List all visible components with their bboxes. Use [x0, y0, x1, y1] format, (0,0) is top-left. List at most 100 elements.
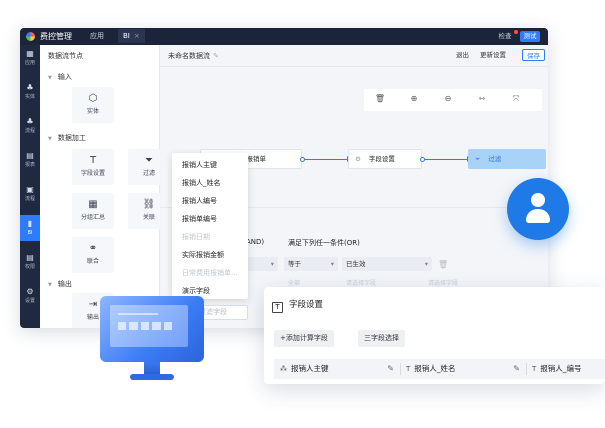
section-label: 输入 [57, 73, 72, 81]
dropdown-option[interactable]: 实际报销金额 [182, 250, 224, 260]
section-label: 输出 [57, 280, 72, 288]
card-label: 联合 [86, 258, 99, 265]
layout-icon[interactable]: ⤧ [510, 94, 522, 104]
fit-icon[interactable]: ⇿ [476, 94, 488, 103]
faded-text: 请选择字段 [346, 280, 377, 287]
group-icon: ▦ [88, 199, 98, 210]
check-button[interactable]: 检查 [496, 31, 514, 42]
dropdown-option[interactable]: 报销单编号 [182, 214, 217, 224]
dropdown-option-disabled: 日常费用报销单... [182, 269, 238, 277]
text-type-icon: T [272, 302, 283, 313]
node-panel: 数据流节点 ▼ 输入 ⬡ 实体 ▼ 数据加工 T 字段设置 ⏷ 过滤 ▦ 分组汇总 ⛓ 关联 … [40, 45, 170, 328]
card-label: 分组汇总 [80, 214, 105, 221]
column-divider [526, 363, 527, 375]
monitor-base [130, 374, 174, 380]
faded-text: 请选择字段 [428, 280, 459, 287]
delete-icon[interactable]: 🗑 [374, 94, 386, 103]
monitor-illustration-icon [100, 296, 204, 386]
flow-node-label: 过滤 [488, 155, 502, 163]
flow-node-label: 字段设置 [368, 155, 395, 163]
tab-bi-label: BI [123, 32, 130, 40]
node-card-group[interactable]: ▦ 分组汇总 [72, 193, 114, 229]
sidenav-item-flow[interactable]: ♣ 流程 [20, 113, 40, 139]
link-start-dot [420, 157, 425, 162]
node-card-union[interactable]: ⚭ 联合 [72, 237, 114, 273]
close-icon[interactable]: × [134, 32, 140, 40]
sidenav-label: 设置 [24, 298, 35, 304]
sidenav-item-report[interactable]: ▤ 报表 [20, 147, 40, 173]
caret-down-icon: ▼ [48, 75, 52, 81]
text-icon: T [532, 365, 537, 373]
sidenav-label: 报表 [24, 162, 35, 168]
field-settings-panel: T 字段设置 +添加计算字段 三字段选择 ⁂ 报销人主键 ✎ T 报销人_姓名 ✎ T 报销… [264, 287, 605, 384]
edit-icon[interactable]: ✎ [513, 359, 520, 379]
chevron-down-icon: ▾ [270, 260, 274, 268]
sidenav-label: 应用 [24, 60, 35, 66]
monitor-bars [118, 322, 173, 330]
sidenav-item-process[interactable]: ▣ 流程 [20, 181, 40, 207]
filter-icon: ⏷ [475, 155, 481, 163]
delete-condition-icon[interactable]: 🗑 [438, 260, 448, 269]
monitor-line [118, 313, 158, 315]
edit-icon[interactable]: ✎ [387, 359, 394, 379]
text-icon: T [406, 365, 411, 373]
bi-icon: ▮ [27, 219, 33, 228]
section-output[interactable]: ▼ 输出 [48, 279, 72, 289]
node-card-field-settings[interactable]: T 字段设置 [72, 149, 114, 185]
column-label: 报销人主键 [291, 364, 329, 373]
sidenav-item-apps[interactable]: ▦ 应用 [20, 45, 40, 71]
tab-bi[interactable]: BI × [118, 29, 145, 43]
flow-name[interactable]: 未命名数据流 ✎ [168, 51, 219, 61]
header-divider [160, 66, 548, 67]
sidenav-item-entity[interactable]: ♣ 实体 [20, 79, 40, 105]
flow-name-label: 未命名数据流 [168, 52, 210, 60]
sidenav-label: BI [27, 230, 33, 236]
operator-select[interactable]: 等于 ▾ [284, 257, 338, 271]
exit-button[interactable]: 退出 [456, 49, 469, 61]
test-button[interactable]: 测试 [520, 31, 540, 42]
panel-title-label: 字段设置 [289, 300, 324, 310]
save-button[interactable]: 保存 [522, 49, 545, 61]
permission-icon: ▤ [26, 253, 34, 262]
link-start-dot [300, 157, 305, 162]
add-calculated-field-button[interactable]: +添加计算字段 [274, 330, 334, 347]
sidenav-label: 实体 [24, 94, 35, 100]
column-header[interactable]: T 报销人_编号 [532, 359, 605, 379]
node-card-entity[interactable]: ⬡ 实体 [72, 87, 114, 123]
card-label: 字段设置 [80, 170, 105, 177]
flow-node-filter[interactable]: ⏷ 过滤 [468, 149, 546, 169]
column-header[interactable]: T 报销人_姓名 ✎ [406, 359, 524, 379]
dropdown-option[interactable]: 演示字段 [182, 286, 210, 296]
top-bar: 费控管理 应用 BI × 检查 测试 [20, 28, 548, 45]
section-input[interactable]: ▼ 输入 [48, 72, 72, 82]
column-label: 报销人_编号 [540, 364, 582, 373]
app-title: 费控管理 [40, 32, 72, 41]
faded-text: 全部 [288, 280, 301, 287]
update-settings-button[interactable]: 更新设置 [480, 49, 506, 61]
dropdown-option[interactable]: 报销人_姓名 [182, 178, 221, 188]
flow-link [300, 156, 351, 162]
field-select[interactable]: ▾ [248, 257, 278, 271]
flow-node-field-settings[interactable]: ⚙ 字段设置 [348, 149, 422, 169]
and-label: AND) [246, 238, 265, 246]
sidenav-item-permission[interactable]: ▤ 权限 [20, 249, 40, 275]
column-header[interactable]: ⁂ 报销人主键 ✎ [280, 359, 398, 379]
avatar-body [526, 209, 550, 223]
zoom-in-icon[interactable]: ⊕ [408, 94, 420, 103]
zoom-out-icon[interactable]: ⊖ [442, 94, 454, 103]
marketing-composite: 费控管理 应用 BI × 检查 测试 ▦ 应用 ♣ 实体 ♣ 流程 ▤ 报表 ▣ 流程 ▮ B… [0, 0, 605, 428]
sidenav-item-bi[interactable]: ▮ BI [20, 215, 40, 241]
value-select[interactable]: 已生效 ▾ [342, 257, 432, 271]
dropdown-option[interactable]: 报销人主键 [182, 160, 217, 170]
canvas-toolbar: 🗑 ⊕ ⊖ ⇿ ⤧ [364, 89, 542, 111]
key-icon: ⁂ [280, 365, 287, 373]
side-nav: ▦ 应用 ♣ 实体 ♣ 流程 ▤ 报表 ▣ 流程 ▮ BI ▤ 权限 ⚙ 设置 [20, 45, 40, 328]
sidenav-item-settings[interactable]: ⚙ 设置 [20, 283, 40, 309]
edit-icon[interactable]: ✎ [213, 52, 219, 60]
dropdown-option[interactable]: 报销人编号 [182, 196, 217, 206]
field-select-button[interactable]: 三字段选择 [358, 330, 405, 347]
flow-icon: ♣ [26, 117, 34, 126]
tab-apps[interactable]: 应用 [90, 31, 104, 41]
dropdown-option-disabled: 报销日期 [182, 233, 210, 241]
section-processing[interactable]: ▼ 数据加工 [48, 133, 86, 143]
